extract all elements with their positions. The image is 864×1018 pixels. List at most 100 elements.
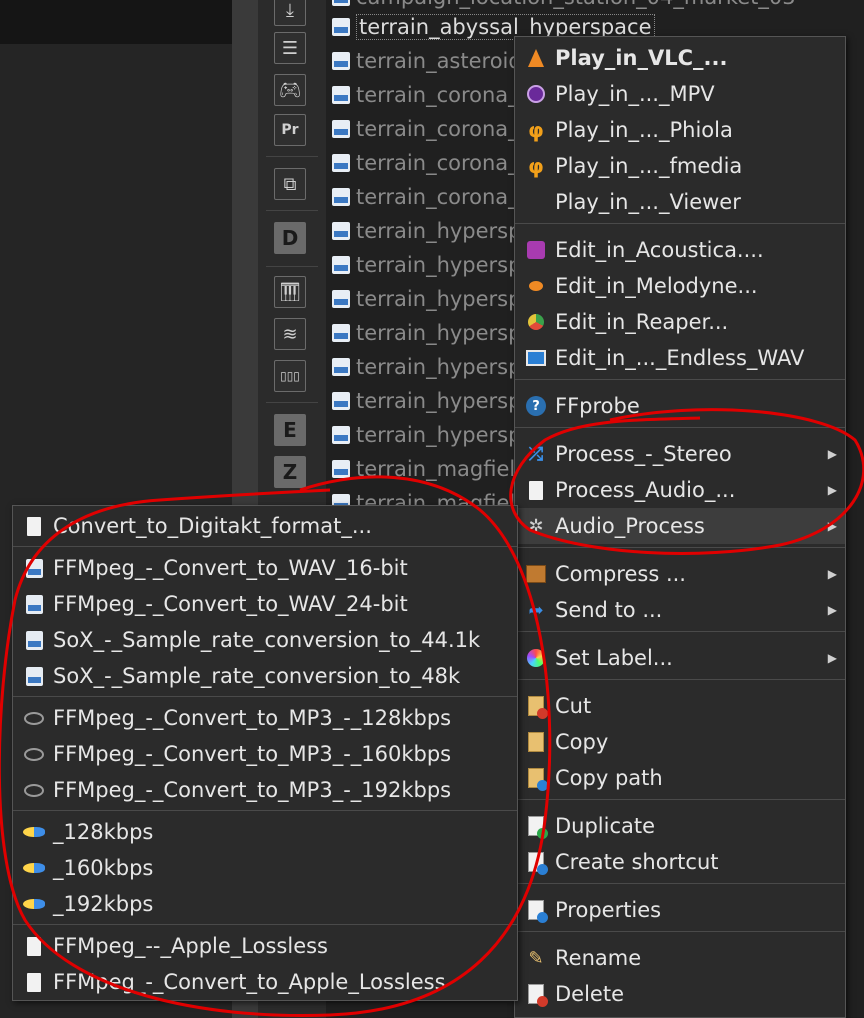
ogg-file-icon [332, 222, 350, 240]
menu-item-play-vlc[interactable]: Play_in_VLC_... [515, 40, 845, 76]
toolbar-separator [266, 266, 318, 267]
menu-item-properties[interactable]: Properties [515, 892, 845, 928]
menu-item-label: Duplicate [555, 814, 656, 838]
menu-item-create-shortcut[interactable]: Create shortcut [515, 844, 845, 880]
ffprobe-icon: ? [525, 395, 547, 417]
submenu-arrow-icon: ▶ [827, 447, 837, 461]
submenu-item-128kbps[interactable]: _128kbps [13, 814, 517, 850]
letter-e-button[interactable]: E [274, 414, 306, 446]
menu-separator [13, 546, 517, 547]
gear-icon: ✲ [528, 515, 544, 537]
mp3-icon [23, 707, 45, 729]
menu-item-edit-endless-wav[interactable]: Edit_in_..._Endless_WAV [515, 340, 845, 376]
submenu-item-sox-44k[interactable]: SoX_-_Sample_rate_conversion_to_44.1k [13, 622, 517, 658]
submenu-item-apple-lossless[interactable]: FFMpeg_--_Apple_Lossless [13, 928, 517, 964]
menu-item-compress[interactable]: Compress ... ▶ [515, 556, 845, 592]
menu-item-play-phiola[interactable]: φ Play_in_..._Phiola [515, 112, 845, 148]
window-icon[interactable]: ⧉ [274, 168, 306, 200]
copy-path-icon [525, 767, 548, 791]
menu-item-label: _160kbps [53, 856, 154, 880]
menu-item-duplicate[interactable]: Duplicate [515, 808, 845, 844]
letter-d-button[interactable]: D [274, 222, 306, 254]
file-name: terrain_hypersp [356, 423, 522, 447]
menu-separator [515, 631, 845, 632]
submenu-item-wav16[interactable]: FFMpeg_-_Convert_to_WAV_16-bit [13, 550, 517, 586]
menu-item-label: SoX_-_Sample_rate_conversion_to_48k [53, 664, 461, 688]
waveform-icon[interactable]: ≋ [274, 318, 306, 350]
menu-item-label: FFMpeg_--_Apple_Lossless [53, 934, 328, 958]
submenu-item-mp3-160[interactable]: FFMpeg_-_Convert_to_MP3_-_160kbps [13, 736, 517, 772]
submenu-item-192kbps[interactable]: _192kbps [13, 886, 517, 922]
submenu-item-sox-48k[interactable]: SoX_-_Sample_rate_conversion_to_48k [13, 658, 517, 694]
menu-item-copy[interactable]: Copy [515, 724, 845, 760]
letter-z-button[interactable]: Z [274, 456, 306, 488]
endless-wav-icon [525, 347, 547, 369]
audio-process-submenu: Convert_to_Digitakt_format_... FFMpeg_-_… [12, 505, 518, 1001]
menu-item-send-to[interactable]: ➦ Send to ... ▶ [515, 592, 845, 628]
menu-item-label: Audio_Process [555, 514, 705, 538]
submenu-item-digitakt[interactable]: Convert_to_Digitakt_format_... [13, 508, 517, 544]
menu-item-label: Edit_in_Melodyne... [555, 274, 758, 298]
menu-item-label: Edit_in_Reaper... [555, 310, 729, 334]
menu-item-label: Copy [555, 730, 609, 754]
menu-separator [515, 679, 845, 680]
document-icon [23, 515, 45, 537]
menu-item-audio-process[interactable]: ✲ Audio_Process ▶ [515, 508, 845, 544]
file-name: terrain_asteroid [356, 49, 522, 73]
ogg-file-icon [332, 290, 350, 308]
properties-icon [525, 899, 548, 923]
menu-item-play-viewer[interactable]: Play_in_..._Viewer [515, 184, 845, 220]
menu-item-set-label[interactable]: Set Label... ▶ [515, 640, 845, 676]
columns-icon[interactable]: ▯▯▯ [274, 360, 306, 392]
submenu-arrow-icon: ▶ [827, 651, 837, 665]
menu-item-ffprobe[interactable]: ? FFprobe [515, 388, 845, 424]
menu-item-edit-acoustica[interactable]: Edit_in_Acoustica.... [515, 232, 845, 268]
duplicate-icon [525, 815, 548, 839]
file-name: terrain_corona_ [356, 83, 519, 107]
document-icon [23, 971, 45, 993]
menu-item-copy-path[interactable]: Copy path [515, 760, 845, 796]
fish-icon [23, 857, 45, 879]
menu-item-label: Copy path [555, 766, 663, 790]
wav-file-icon [23, 593, 45, 615]
menu-item-edit-reaper[interactable]: Edit_in_Reaper... [515, 304, 845, 340]
submenu-item-mp3-192[interactable]: FFMpeg_-_Convert_to_MP3_-_192kbps [13, 772, 517, 808]
menu-item-label: Send to ... [555, 598, 663, 622]
menu-item-label: FFprobe [555, 394, 640, 418]
submenu-item-convert-apple-lossless[interactable]: FFMpeg_-_Convert_to_Apple_Lossless [13, 964, 517, 1000]
gamepad-icon[interactable]: 🎮︎ [274, 74, 306, 106]
download-icon[interactable]: ⤓ [274, 0, 306, 26]
cut-icon [525, 695, 548, 719]
submenu-item-mp3-128[interactable]: FFMpeg_-_Convert_to_MP3_-_128kbps [13, 700, 517, 736]
menu-item-label: FFMpeg_-_Convert_to_MP3_-_192kbps [53, 778, 452, 802]
melodyne-icon [525, 275, 547, 297]
submenu-arrow-icon: ▶ [827, 519, 837, 533]
menu-item-process-audio[interactable]: Process_Audio_... ▶ [515, 472, 845, 508]
menu-item-play-fmedia[interactable]: φ Play_in_..._fmedia [515, 148, 845, 184]
menu-item-label: Create shortcut [555, 850, 719, 874]
pr-icon[interactable]: Pr [274, 114, 306, 146]
submenu-item-160kbps[interactable]: _160kbps [13, 850, 517, 886]
menu-separator [13, 810, 517, 811]
menu-item-delete[interactable]: Delete [515, 976, 845, 1012]
menu-item-play-mpv[interactable]: Play_in_..._MPV [515, 76, 845, 112]
menu-item-cut[interactable]: Cut [515, 688, 845, 724]
menu-item-edit-melodyne[interactable]: Edit_in_Melodyne... [515, 268, 845, 304]
send-arrow-icon: ➦ [528, 599, 544, 621]
ogg-file-icon [332, 120, 350, 138]
color-wheel-icon [525, 647, 547, 669]
ogg-file-icon [332, 460, 350, 478]
piano-icon[interactable]: 🎹︎ [274, 276, 306, 308]
menu-item-process-stereo[interactable]: ⤮ Process_-_Stereo ▶ [515, 436, 845, 472]
menu-separator [515, 427, 845, 428]
menu-separator [515, 223, 845, 224]
file-name: terrain_hypersp [356, 355, 522, 379]
menu-item-rename[interactable]: ✎ Rename [515, 940, 845, 976]
list-icon[interactable]: ☰ [274, 32, 306, 64]
menu-item-label: FFMpeg_-_Convert_to_MP3_-_160kbps [53, 742, 452, 766]
submenu-item-wav24[interactable]: FFMpeg_-_Convert_to_WAV_24-bit [13, 586, 517, 622]
file-name: terrain_magfiel [356, 457, 516, 481]
file-name: terrain_hypersp [356, 219, 522, 243]
mp3-icon [23, 743, 45, 765]
menu-item-label: Process_-_Stereo [555, 442, 732, 466]
